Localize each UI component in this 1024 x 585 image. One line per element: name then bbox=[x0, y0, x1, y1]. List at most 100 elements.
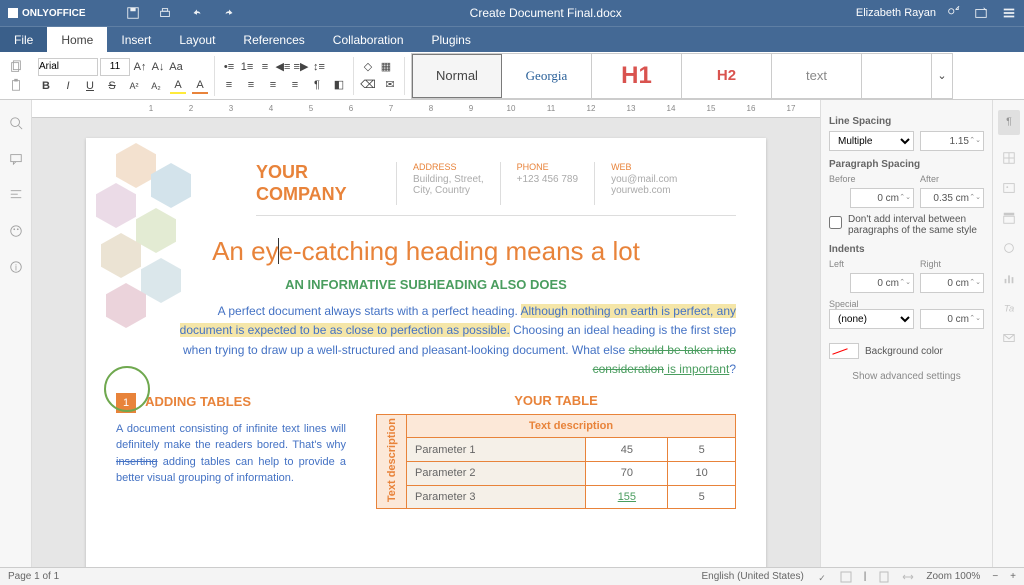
align-center-icon[interactable]: ≡ bbox=[243, 77, 259, 93]
share-icon[interactable] bbox=[946, 6, 960, 20]
shrink-font-icon[interactable]: A↓ bbox=[150, 59, 166, 75]
headings-icon[interactable] bbox=[9, 188, 23, 202]
bullets-icon[interactable]: •≡ bbox=[221, 59, 237, 75]
font-name-select[interactable] bbox=[38, 58, 98, 76]
style-text[interactable]: text bbox=[772, 54, 862, 98]
paste-icon[interactable] bbox=[9, 78, 23, 92]
status-bar: Page 1 of 1 English (United States) ✓ | … bbox=[0, 567, 1024, 585]
insert-shape-icon[interactable]: ◇ bbox=[360, 59, 376, 75]
tab-layout[interactable]: Layout bbox=[165, 27, 229, 52]
document-area[interactable]: 1234567891011121314151617 YOURCOMPANY AD… bbox=[32, 100, 820, 567]
copy-icon[interactable] bbox=[9, 60, 23, 74]
insert-object-icon[interactable]: ▦ bbox=[378, 59, 394, 75]
style-normal[interactable]: Normal bbox=[412, 54, 502, 98]
tab-plugins[interactable]: Plugins bbox=[418, 27, 485, 52]
file-tab[interactable]: File bbox=[0, 27, 47, 52]
svg-text:i: i bbox=[15, 263, 17, 273]
grow-font-icon[interactable]: A↑ bbox=[132, 59, 148, 75]
spacing-after[interactable]: 0.35 cm bbox=[920, 188, 984, 208]
font-color-button[interactable]: A bbox=[192, 78, 208, 94]
superscript-button[interactable]: A² bbox=[126, 78, 142, 94]
indent-left[interactable]: 0 cm bbox=[850, 273, 914, 293]
page-indicator[interactable]: Page 1 of 1 bbox=[8, 571, 702, 582]
ruler[interactable]: 1234567891011121314151617 bbox=[32, 100, 820, 118]
about-icon[interactable]: i bbox=[9, 260, 23, 274]
style-gallery[interactable]: Normal Georgia H1 H2 text ⌄ bbox=[411, 53, 953, 99]
line-spacing-mode[interactable]: Multiple bbox=[829, 131, 914, 151]
menu-icon[interactable] bbox=[1002, 6, 1016, 20]
style-blank[interactable] bbox=[862, 54, 932, 98]
tab-insert[interactable]: Insert bbox=[107, 27, 165, 52]
clear-format-icon[interactable]: ⌫ bbox=[360, 77, 376, 93]
same-style-checkbox[interactable] bbox=[829, 216, 842, 229]
underline-button[interactable]: U bbox=[82, 78, 98, 94]
user-name[interactable]: Elizabeth Rayan bbox=[856, 7, 936, 19]
undo-icon[interactable] bbox=[190, 6, 204, 20]
numbering-icon[interactable]: 1≡ bbox=[239, 59, 255, 75]
font-size-select[interactable] bbox=[100, 58, 130, 76]
image-settings-icon[interactable] bbox=[1002, 181, 1016, 195]
line-spacing-value[interactable]: 1.15 bbox=[920, 131, 984, 151]
indent-icon[interactable]: ≡▶ bbox=[293, 59, 309, 75]
italic-button[interactable]: I bbox=[60, 78, 76, 94]
style-h2[interactable]: H2 bbox=[682, 54, 772, 98]
tab-home[interactable]: Home bbox=[47, 27, 107, 52]
insert-group: ◇ ▦ ⌫ ✉ bbox=[354, 57, 405, 95]
shape-settings-icon[interactable] bbox=[1002, 241, 1016, 255]
textart-settings-icon[interactable]: Ta bbox=[1002, 301, 1016, 315]
zoom-out-button[interactable]: − bbox=[992, 571, 998, 582]
paragraph-settings-icon[interactable]: ¶ bbox=[1002, 114, 1016, 128]
main-heading[interactable]: An eye-catching heading means a lot bbox=[116, 236, 736, 267]
background-color-button[interactable] bbox=[829, 343, 859, 359]
tab-references[interactable]: References bbox=[229, 27, 318, 52]
subscript-button[interactable]: A₂ bbox=[148, 78, 164, 94]
align-right-icon[interactable]: ≡ bbox=[265, 77, 281, 93]
track-changes-icon[interactable] bbox=[840, 571, 852, 583]
redo-icon[interactable] bbox=[222, 6, 236, 20]
zoom-in-button[interactable]: + bbox=[1010, 571, 1016, 582]
language-indicator[interactable]: English (United States) bbox=[702, 571, 804, 582]
change-case-icon[interactable]: Aa bbox=[168, 59, 184, 75]
feedback-icon[interactable] bbox=[9, 224, 23, 238]
special-by[interactable]: 0 cm bbox=[920, 309, 984, 329]
align-left-icon[interactable]: ≡ bbox=[221, 77, 237, 93]
bold-button[interactable]: B bbox=[38, 78, 54, 94]
strike-button[interactable]: S bbox=[104, 78, 120, 94]
chart-settings-icon[interactable] bbox=[1002, 271, 1016, 285]
print-icon[interactable] bbox=[158, 6, 172, 20]
save-icon[interactable] bbox=[126, 6, 140, 20]
shading-icon[interactable]: ◧ bbox=[331, 77, 347, 93]
outdent-icon[interactable]: ◀≡ bbox=[275, 59, 291, 75]
mail-merge-icon[interactable] bbox=[1002, 331, 1016, 345]
style-dropdown-icon[interactable]: ⌄ bbox=[932, 54, 952, 98]
mailmerge-icon[interactable]: ✉ bbox=[382, 77, 398, 93]
document-title: Create Document Final.docx bbox=[236, 6, 856, 20]
table-row: Parameter 1455 bbox=[377, 438, 736, 462]
line-spacing-icon[interactable]: ↕≡ bbox=[311, 59, 327, 75]
highlight-color-button[interactable]: A bbox=[170, 78, 186, 94]
spellcheck-icon[interactable]: ✓ bbox=[816, 571, 828, 583]
comments-icon[interactable] bbox=[9, 152, 23, 166]
nonprinting-icon[interactable]: ¶ bbox=[309, 77, 325, 93]
table-settings-icon[interactable] bbox=[1002, 151, 1016, 165]
search-icon[interactable] bbox=[9, 116, 23, 130]
section-adding-tables[interactable]: 1 ADDING TABLES A document consisting of… bbox=[116, 393, 346, 509]
style-georgia[interactable]: Georgia bbox=[502, 54, 592, 98]
spacing-before[interactable]: 0 cm bbox=[850, 188, 914, 208]
align-justify-icon[interactable]: ≡ bbox=[287, 77, 303, 93]
tab-collaboration[interactable]: Collaboration bbox=[319, 27, 418, 52]
right-sidebar: ¶ Ta bbox=[992, 100, 1024, 567]
fit-page-icon[interactable] bbox=[878, 571, 890, 583]
advanced-settings-link[interactable]: Show advanced settings bbox=[829, 371, 984, 382]
document-page[interactable]: YOURCOMPANY ADDRESSBuilding, Street,City… bbox=[86, 138, 766, 567]
open-location-icon[interactable] bbox=[974, 6, 988, 20]
document-table[interactable]: Text descriptionText description Paramet… bbox=[376, 414, 736, 509]
zoom-indicator[interactable]: Zoom 100% bbox=[926, 571, 980, 582]
style-h1[interactable]: H1 bbox=[592, 54, 682, 98]
multilevel-icon[interactable]: ≡ bbox=[257, 59, 273, 75]
header-settings-icon[interactable] bbox=[1002, 211, 1016, 225]
fit-width-icon[interactable] bbox=[902, 571, 914, 583]
globe-icon bbox=[104, 366, 150, 412]
indent-right[interactable]: 0 cm bbox=[920, 273, 984, 293]
special-indent[interactable]: (none) bbox=[829, 309, 914, 329]
